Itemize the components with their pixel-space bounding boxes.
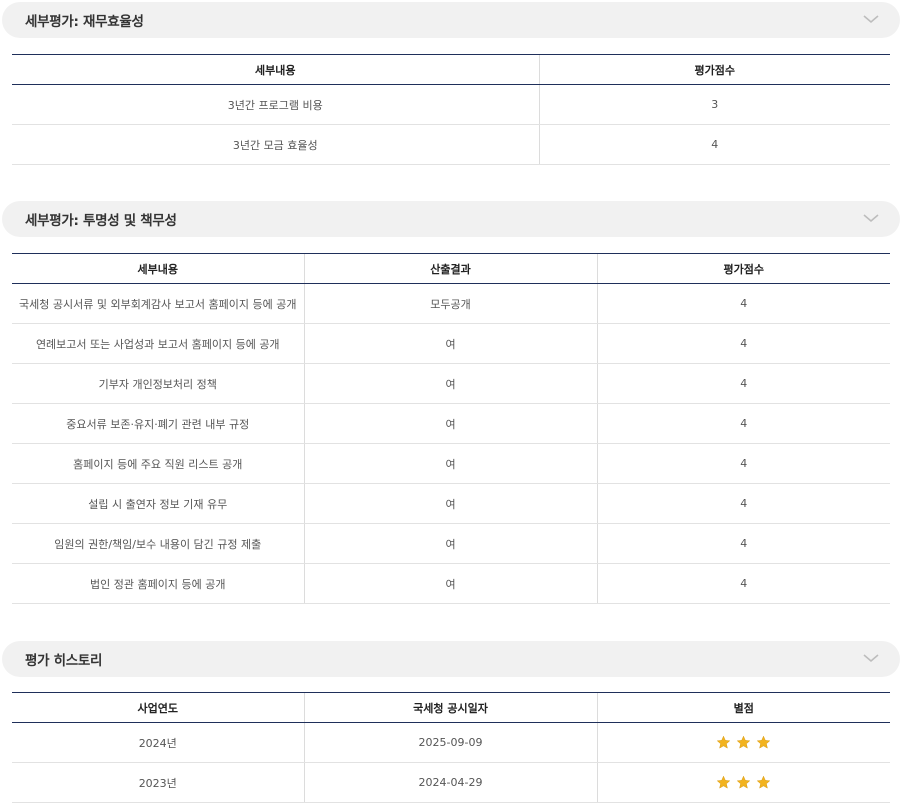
table-row: 연례보고서 또는 사업성과 보고서 홈페이지 등에 공개 여 4 — [12, 323, 890, 364]
table-cell: 4 — [596, 363, 890, 404]
table-cell: 여 — [303, 483, 597, 524]
table-cell: 연례보고서 또는 사업성과 보고서 홈페이지 등에 공개 — [12, 323, 304, 364]
table-cell: 3년간 모금 효율성 — [12, 124, 539, 165]
table-row: 중요서류 보존·유지·폐기 관련 내부 규정 여 4 — [12, 403, 890, 444]
star-icon — [756, 735, 771, 749]
table-cell: 여 — [303, 323, 597, 364]
star-rating-cell — [596, 762, 890, 803]
table-cell: 국세청 공시서류 및 외부회계감사 보고서 홈페이지 등에 공개 — [12, 283, 304, 324]
section-header-transparency[interactable]: 세부평가: 투명성 및 책무성 — [2, 201, 900, 237]
table-row: 3년간 모금 효율성 4 — [12, 124, 890, 165]
table-row: 2023년 2024-04-29 — [12, 762, 890, 803]
table-cell: 여 — [303, 563, 597, 604]
table-cell: 4 — [596, 283, 890, 324]
table-cell: 2023년 — [12, 762, 304, 803]
star-icon — [756, 775, 771, 789]
table-cell: 3 — [538, 84, 890, 125]
table-cell: 여 — [303, 443, 597, 484]
column-header: 국세청 공시일자 — [303, 692, 597, 723]
table-cell: 여 — [303, 403, 597, 444]
table-row: 기부자 개인정보처리 정책 여 4 — [12, 363, 890, 404]
section-header-rating-history[interactable]: 평가 히스토리 — [2, 641, 900, 677]
column-header: 평가점수 — [538, 54, 890, 85]
star-rating — [716, 735, 771, 750]
section-header-financial-efficiency[interactable]: 세부평가: 재무효율성 — [2, 2, 900, 38]
column-header: 세부내용 — [12, 253, 304, 284]
section-title: 평가 히스토리 — [25, 653, 103, 669]
transparency-table: 세부내용 산출결과 평가점수 국세청 공시서류 및 외부회계감사 보고서 홈페이… — [12, 253, 890, 604]
star-icon — [736, 735, 751, 749]
table-cell: 중요서류 보존·유지·폐기 관련 내부 규정 — [12, 403, 304, 444]
table-row: 2024년 2025-09-09 — [12, 722, 890, 763]
table-row: 법인 정관 홈페이지 등에 공개 여 4 — [12, 563, 890, 604]
table-cell: 기부자 개인정보처리 정책 — [12, 363, 304, 404]
chevron-down-icon[interactable] — [862, 652, 880, 664]
table-cell: 4 — [596, 323, 890, 364]
star-icon — [736, 775, 751, 789]
table-row: 3년간 프로그램 비용 3 — [12, 84, 890, 125]
table-cell: 홈페이지 등에 주요 직원 리스트 공개 — [12, 443, 304, 484]
star-rating — [716, 775, 771, 790]
table-row: 국세청 공시서류 및 외부회계감사 보고서 홈페이지 등에 공개 모두공개 4 — [12, 283, 890, 324]
table-cell: 4 — [596, 523, 890, 564]
table-cell: 4 — [596, 403, 890, 444]
table-row: 설립 시 출연자 정보 기재 유무 여 4 — [12, 483, 890, 524]
table-cell: 설립 시 출연자 정보 기재 유무 — [12, 483, 304, 524]
table-cell: 4 — [538, 124, 890, 165]
table-cell: 4 — [596, 443, 890, 484]
chevron-down-icon[interactable] — [862, 13, 880, 25]
table-cell: 임원의 권한/책임/보수 내용이 담긴 규정 제출 — [12, 523, 304, 564]
star-rating-cell — [596, 722, 890, 763]
table-cell: 법인 정관 홈페이지 등에 공개 — [12, 563, 304, 604]
section-title: 세부평가: 투명성 및 책무성 — [25, 213, 177, 229]
table-cell: 2024년 — [12, 722, 304, 763]
chevron-down-icon[interactable] — [862, 212, 880, 224]
section-title: 세부평가: 재무효율성 — [25, 14, 144, 30]
table-cell: 여 — [303, 523, 597, 564]
table-row: 홈페이지 등에 주요 직원 리스트 공개 여 4 — [12, 443, 890, 484]
table-row: 임원의 권한/책임/보수 내용이 담긴 규정 제출 여 4 — [12, 523, 890, 564]
table-cell: 4 — [596, 563, 890, 604]
table-cell: 2025-09-09 — [303, 722, 597, 763]
column-header: 별점 — [596, 692, 890, 723]
financial-efficiency-table: 세부내용 평가점수 3년간 프로그램 비용 3 3년간 모금 효율성 4 — [12, 54, 890, 165]
star-icon — [716, 735, 731, 749]
column-header: 사업연도 — [12, 692, 304, 723]
table-cell: 모두공개 — [303, 283, 597, 324]
rating-history-table: 사업연도 국세청 공시일자 별점 2024년 2025-09-09 2023년 … — [12, 692, 890, 803]
star-icon — [716, 775, 731, 789]
column-header: 산출결과 — [303, 253, 597, 284]
column-header: 세부내용 — [12, 54, 539, 85]
table-cell: 3년간 프로그램 비용 — [12, 84, 539, 125]
table-cell: 여 — [303, 363, 597, 404]
table-cell: 4 — [596, 483, 890, 524]
table-cell: 2024-04-29 — [303, 762, 597, 803]
column-header: 평가점수 — [596, 253, 890, 284]
